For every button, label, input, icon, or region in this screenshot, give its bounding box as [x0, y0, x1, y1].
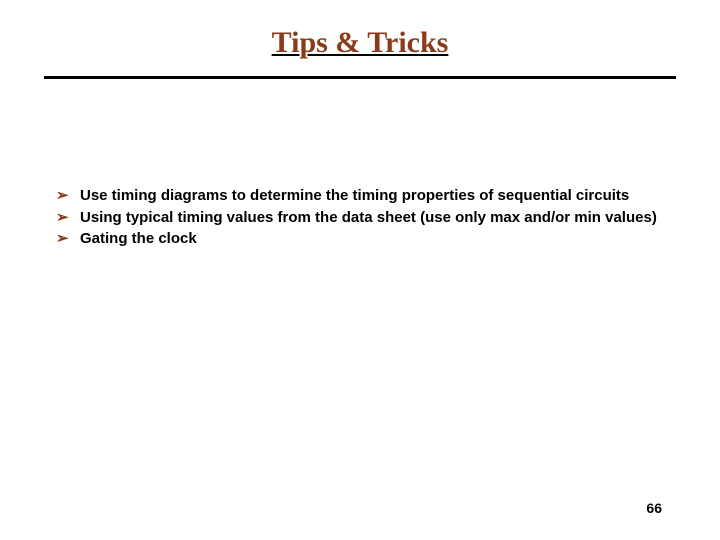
- bullet-text: Gating the clock: [80, 229, 660, 249]
- bullet-list: ➢ Use timing diagrams to determine the t…: [56, 186, 660, 251]
- list-item: ➢ Use timing diagrams to determine the t…: [56, 186, 660, 206]
- list-item: ➢ Gating the clock: [56, 229, 660, 249]
- page-number: 66: [646, 500, 662, 516]
- bullet-text: Using typical timing values from the dat…: [80, 208, 660, 228]
- chevron-right-icon: ➢: [56, 229, 80, 249]
- title-divider: [44, 76, 676, 79]
- chevron-right-icon: ➢: [56, 208, 80, 228]
- slide: Tips & Tricks ➢ Use timing diagrams to d…: [0, 0, 720, 540]
- list-item: ➢ Using typical timing values from the d…: [56, 208, 660, 228]
- bullet-text: Use timing diagrams to determine the tim…: [80, 186, 660, 206]
- slide-title: Tips & Tricks: [0, 0, 720, 60]
- chevron-right-icon: ➢: [56, 186, 80, 206]
